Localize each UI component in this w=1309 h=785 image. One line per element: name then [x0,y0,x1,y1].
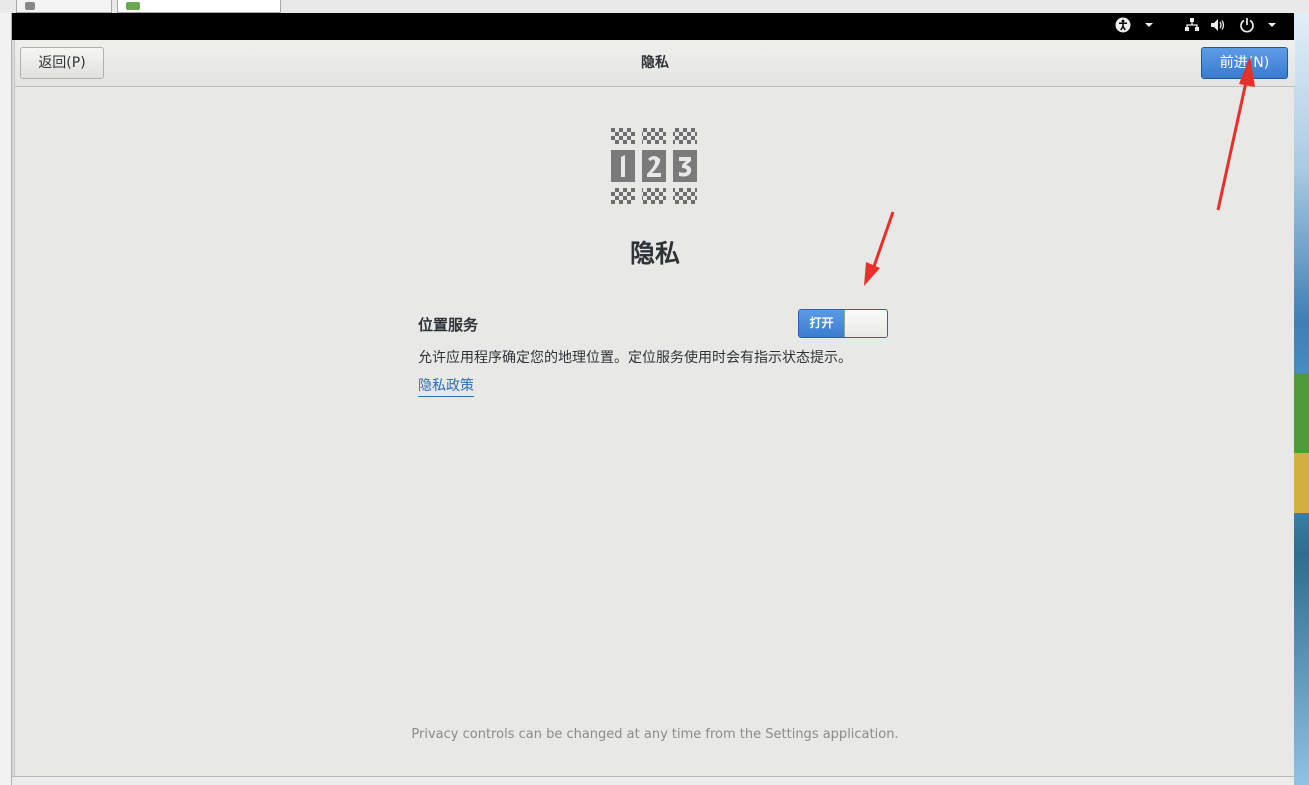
window-title: 隐私 [641,55,669,71]
vm-icon [126,2,140,10]
setup-window: 隐私 返回(P) 前进(N) 隐私 位置服务 打开 允许应用程序确定您的地理位置… [14,40,1295,776]
footer-note: Privacy controls can be changed at any t… [411,727,899,742]
system-top-bar [12,13,1294,40]
host-desktop-background [1294,13,1309,785]
annotation-arrow-next [1216,56,1255,211]
volume-icon[interactable] [1210,17,1226,39]
location-services-toggle[interactable]: 打开 [798,309,888,338]
annotation-arrow-toggle [864,211,895,286]
host-tab-home[interactable] [16,0,112,13]
header-bar: 隐私 返回(P) 前进(N) [15,40,1295,87]
host-tab-vm[interactable] [117,0,281,13]
chevron-down-icon[interactable] [1267,17,1277,39]
chevron-down-icon[interactable] [1144,17,1154,39]
location-services-description: 允许应用程序确定您的地理位置。定位服务使用时会有指示状态提示。 [418,350,852,366]
home-icon [25,2,35,10]
back-button[interactable]: 返回(P) [20,47,104,79]
host-tab-strip [0,0,1309,13]
toggle-knob[interactable] [844,310,887,337]
power-icon[interactable] [1239,17,1255,39]
privacy-icon [611,128,697,208]
host-left-panel [0,13,12,785]
privacy-policy-link[interactable]: 隐私政策 [418,377,474,397]
toggle-on-label: 打开 [799,310,844,337]
page-heading: 隐私 [629,239,680,268]
network-icon[interactable] [1184,17,1200,39]
location-services-label: 位置服务 [418,316,479,334]
host-status-bar [12,776,1294,785]
accessibility-icon[interactable] [1115,17,1131,39]
